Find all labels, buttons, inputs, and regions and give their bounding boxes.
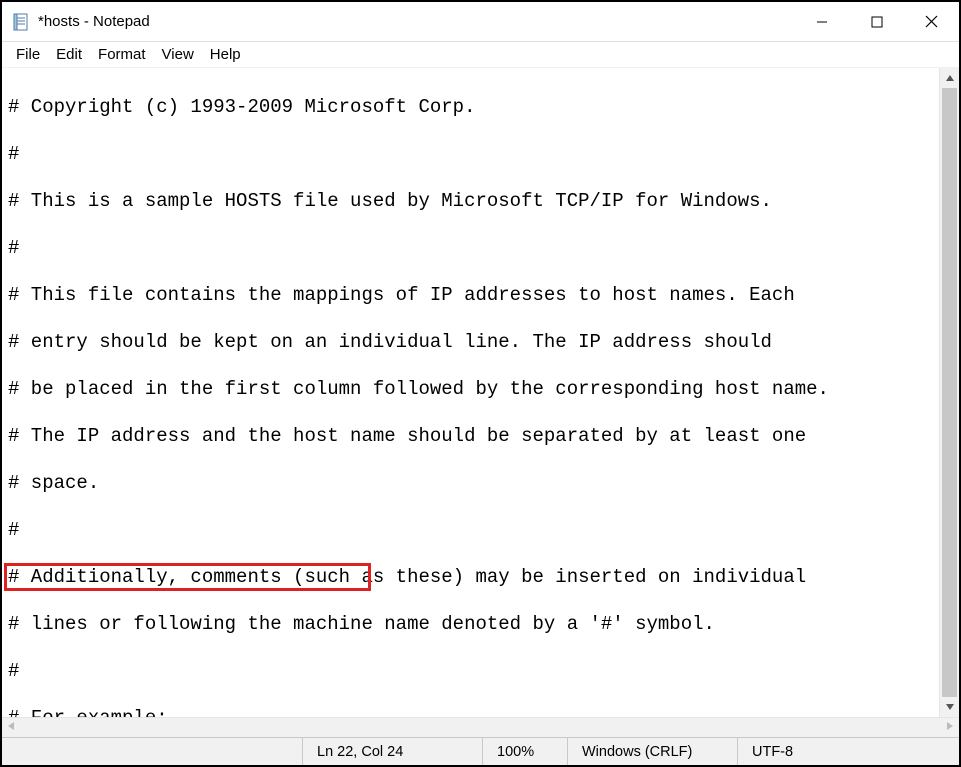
window-controls: [794, 2, 959, 41]
menu-file[interactable]: File: [8, 44, 48, 65]
status-encoding: UTF-8: [737, 738, 959, 765]
editor-line: #: [8, 660, 933, 684]
window-title: *hosts - Notepad: [38, 13, 794, 30]
editor-line: # entry should be kept on an individual …: [8, 331, 933, 355]
editor-line: # This file contains the mappings of IP …: [8, 284, 933, 308]
editor-line: # be placed in the first column followed…: [8, 378, 933, 402]
menu-help[interactable]: Help: [202, 44, 249, 65]
editor-line: #: [8, 143, 933, 167]
close-button[interactable]: [904, 2, 959, 41]
editor-line: # This is a sample HOSTS file used by Mi…: [8, 190, 933, 214]
menu-format[interactable]: Format: [90, 44, 154, 65]
editor-line: #: [8, 237, 933, 261]
editor-line: # For example:: [8, 707, 933, 718]
editor-line: # Copyright (c) 1993-2009 Microsoft Corp…: [8, 96, 933, 120]
editor-line: # The IP address and the host name shoul…: [8, 425, 933, 449]
status-cursor-position: Ln 22, Col 24: [302, 738, 482, 765]
scroll-up-arrow[interactable]: [940, 68, 959, 88]
status-spacer: [2, 738, 302, 765]
text-editor[interactable]: # Copyright (c) 1993-2009 Microsoft Corp…: [2, 68, 939, 717]
content-area: # Copyright (c) 1993-2009 Microsoft Corp…: [2, 68, 959, 717]
scroll-right-arrow[interactable]: [945, 721, 955, 734]
scroll-down-arrow[interactable]: [940, 697, 959, 717]
maximize-button[interactable]: [849, 2, 904, 41]
editor-line: # lines or following the machine name de…: [8, 613, 933, 637]
notepad-icon: [12, 13, 30, 31]
menubar: File Edit Format View Help: [2, 42, 959, 68]
scroll-left-arrow[interactable]: [6, 721, 16, 734]
editor-line: #: [8, 519, 933, 543]
vertical-scrollbar[interactable]: [939, 68, 959, 717]
status-zoom: 100%: [482, 738, 567, 765]
horizontal-scrollbar[interactable]: [2, 717, 959, 737]
statusbar: Ln 22, Col 24 100% Windows (CRLF) UTF-8: [2, 737, 959, 765]
scroll-thumb[interactable]: [942, 88, 957, 697]
menu-view[interactable]: View: [154, 44, 202, 65]
minimize-button[interactable]: [794, 2, 849, 41]
status-line-ending: Windows (CRLF): [567, 738, 737, 765]
menu-edit[interactable]: Edit: [48, 44, 90, 65]
editor-line: # Additionally, comments (such as these)…: [8, 566, 933, 590]
notepad-window: *hosts - Notepad File Edit Format View H…: [0, 0, 961, 767]
editor-line: # space.: [8, 472, 933, 496]
titlebar[interactable]: *hosts - Notepad: [2, 2, 959, 42]
